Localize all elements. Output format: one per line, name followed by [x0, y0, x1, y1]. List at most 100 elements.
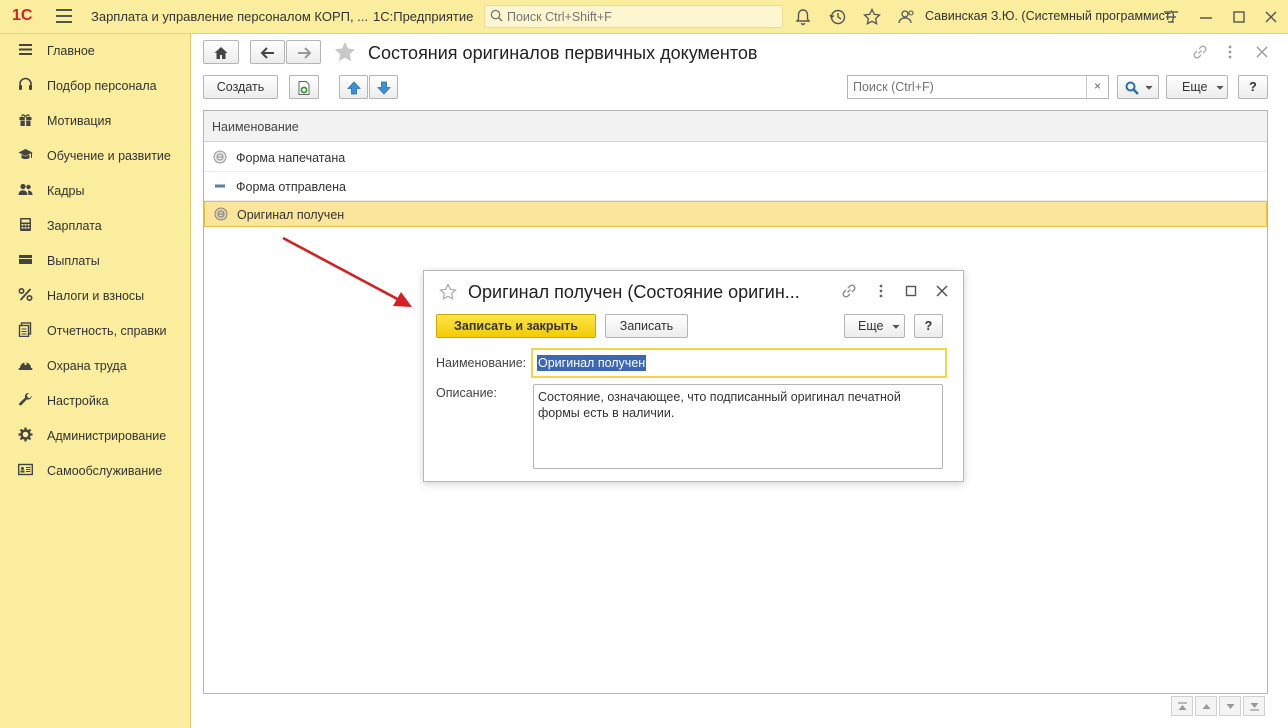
search-options-button[interactable] — [1117, 75, 1159, 99]
link-icon[interactable] — [840, 282, 858, 300]
current-user[interactable]: Савинская З.Ю. (Системный программист) — [925, 9, 1175, 23]
more-button[interactable]: Еще — [844, 314, 905, 338]
sidebar-item-recruitment[interactable]: Подбор персонала — [0, 71, 190, 99]
save-button[interactable]: Записать — [605, 314, 688, 338]
favorite-star-icon[interactable] — [438, 282, 458, 302]
maximize-icon[interactable] — [903, 283, 919, 299]
maximize-icon[interactable] — [1230, 8, 1248, 26]
close-icon[interactable] — [934, 283, 950, 299]
bell-icon[interactable] — [793, 7, 813, 27]
sidebar-item-payments[interactable]: Выплаты — [0, 246, 190, 274]
chevron-down-icon — [1216, 85, 1224, 90]
list-search[interactable]: × — [847, 75, 1109, 99]
column-header-name[interactable]: Наименование — [204, 111, 1267, 142]
column-header-label: Наименование — [212, 120, 299, 134]
global-search[interactable] — [484, 5, 783, 28]
sidebar-item-label: Выплаты — [47, 254, 100, 268]
sidebar-item-salary[interactable]: Зарплата — [0, 211, 190, 239]
move-up-button[interactable] — [339, 75, 368, 99]
row-name: Оригинал получен — [237, 208, 345, 222]
row-name: Форма отправлена — [236, 180, 346, 194]
menu-lines-icon — [19, 44, 32, 55]
sidebar-item-motivation[interactable]: Мотивация — [0, 106, 190, 134]
graduation-cap-icon — [18, 149, 33, 160]
sidebar-item-taxes[interactable]: Налоги и взносы — [0, 281, 190, 309]
scroll-up-button[interactable] — [1195, 696, 1217, 716]
save-and-close-button[interactable]: Записать и закрыть — [436, 314, 596, 338]
app-logo: 1С — [12, 7, 33, 24]
dialog-title: Оригинал получен (Состояние оригин... — [468, 282, 800, 302]
sidebar-item-reports[interactable]: Отчетность, справки — [0, 316, 190, 344]
page-title: Состояния оригиналов первичных документо… — [368, 43, 758, 63]
chevron-down-icon — [892, 324, 900, 329]
annotation-arrow — [282, 236, 412, 307]
main-menu-icon[interactable] — [56, 9, 72, 23]
table-row-selected[interactable]: Оригинал получен — [204, 201, 1267, 227]
more-vertical-icon[interactable] — [874, 282, 888, 300]
settings-lines-icon[interactable] — [1162, 8, 1180, 26]
name-label: Наименование: — [436, 356, 527, 370]
move-down-button[interactable] — [369, 75, 398, 99]
favorites-star-icon[interactable] — [862, 7, 882, 27]
home-button[interactable] — [203, 40, 239, 64]
sidebar-item-training[interactable]: Обучение и развитие — [0, 141, 190, 169]
sidebar-item-label: Обучение и развитие — [47, 149, 171, 163]
sidebar: Главное Подбор персонала Мотивация Обуче… — [0, 34, 191, 728]
sidebar-item-label: Подбор персонала — [47, 79, 157, 93]
percent-icon — [18, 287, 33, 302]
arrow-up-icon — [347, 81, 361, 95]
sidebar-item-labor-safety[interactable]: Охрана труда — [0, 351, 190, 379]
forward-button[interactable] — [286, 40, 321, 64]
sidebar-item-settings[interactable]: Настройка — [0, 386, 190, 414]
chevron-down-icon — [1145, 85, 1153, 90]
scroll-first-button[interactable] — [1171, 696, 1193, 716]
clear-search-button[interactable]: × — [1086, 76, 1108, 98]
sidebar-item-label: Мотивация — [47, 114, 112, 128]
gift-icon — [19, 114, 32, 127]
help-button[interactable]: ? — [1238, 75, 1268, 99]
name-field-value: Оригинал получен — [537, 355, 647, 371]
id-card-icon — [18, 463, 33, 476]
more-button[interactable]: Еще — [1166, 75, 1228, 99]
last-page-icon — [1250, 703, 1259, 711]
sidebar-item-label: Налоги и взносы — [47, 289, 145, 303]
link-icon[interactable] — [1191, 43, 1209, 61]
gear-icon — [18, 427, 33, 442]
back-button[interactable] — [250, 40, 285, 64]
create-button[interactable]: Создать — [203, 75, 278, 99]
favorite-star-icon[interactable] — [333, 40, 357, 64]
sidebar-item-label: Администрирование — [47, 429, 167, 443]
help-button[interactable]: ? — [914, 314, 943, 338]
table-row[interactable]: Форма напечатана — [204, 143, 1267, 172]
close-icon[interactable] — [1253, 43, 1271, 61]
users-icon[interactable] — [896, 7, 916, 27]
more-vertical-icon[interactable] — [1223, 43, 1237, 61]
sidebar-item-administration[interactable]: Администрирование — [0, 421, 190, 449]
sidebar-item-self-service[interactable]: Самообслуживание — [0, 456, 190, 484]
sidebar-item-label: Самообслуживание — [47, 464, 163, 478]
chevron-up-icon — [1202, 704, 1211, 709]
history-icon[interactable] — [828, 7, 848, 27]
description-field[interactable]: Состояние, означающее, что подписанный о… — [533, 384, 943, 469]
name-field[interactable]: Оригинал получен — [531, 348, 947, 378]
search-icon — [1125, 81, 1139, 95]
add-copy-icon — [298, 81, 310, 95]
copy-button[interactable] — [289, 75, 319, 99]
helmet-icon — [18, 360, 33, 370]
arrow-down-icon — [377, 81, 391, 95]
first-page-icon — [1178, 702, 1187, 710]
sidebar-item-personnel[interactable]: Кадры — [0, 176, 190, 204]
app-title: Зарплата и управление персоналом КОРП, .… — [91, 9, 369, 24]
sidebar-item-label: Отчетность, справки — [47, 324, 167, 338]
scroll-last-button[interactable] — [1243, 696, 1265, 716]
list-search-input[interactable] — [851, 78, 1081, 96]
sent-status-icon — [215, 184, 225, 188]
sidebar-item-main[interactable]: Главное — [0, 36, 190, 64]
scroll-down-button[interactable] — [1219, 696, 1241, 716]
minimize-icon[interactable] — [1197, 8, 1215, 26]
table-row[interactable]: Форма отправлена — [204, 172, 1267, 201]
wallet-icon — [19, 255, 32, 264]
close-icon[interactable] — [1262, 8, 1280, 26]
global-search-input[interactable] — [505, 7, 775, 26]
search-icon — [490, 9, 503, 22]
